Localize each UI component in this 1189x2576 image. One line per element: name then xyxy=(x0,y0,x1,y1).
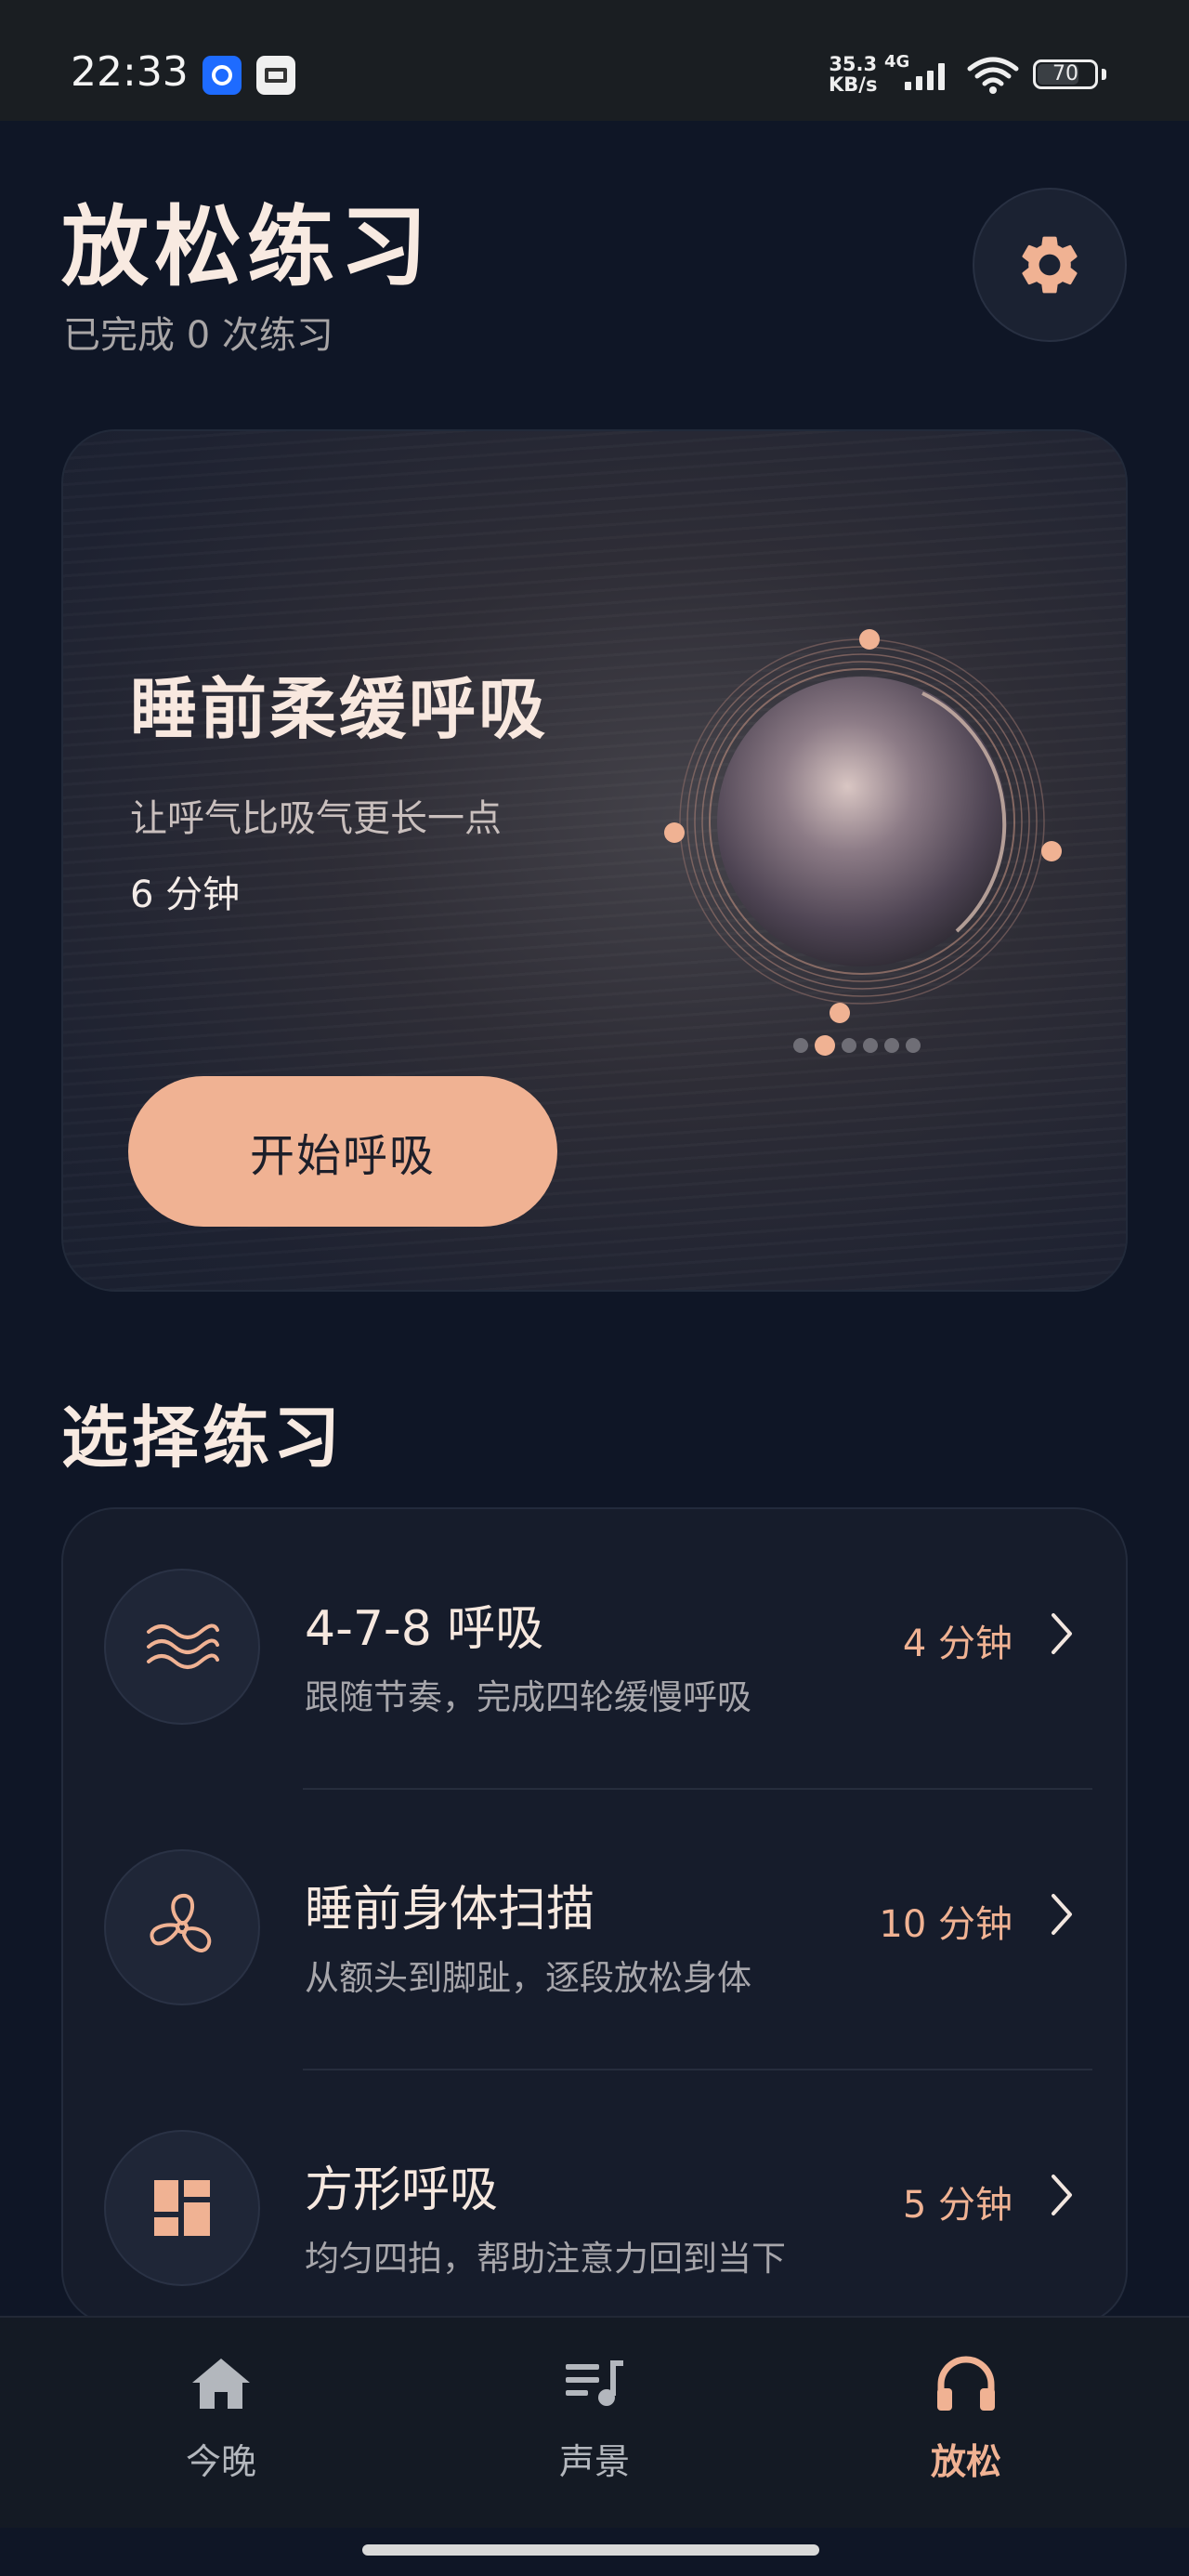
fan-icon xyxy=(104,1849,260,2005)
carousel-dot[interactable] xyxy=(906,1038,921,1053)
battery-tip xyxy=(1102,69,1106,80)
breathing-orb-icon xyxy=(664,629,1062,1023)
carousel-dot[interactable] xyxy=(793,1038,808,1053)
exercise-row-box-breathing[interactable]: 方形呼吸 均匀四拍，帮助注意力回到当下 5 分钟 xyxy=(63,2070,1126,2323)
playlist-icon xyxy=(566,2360,623,2406)
status-time: 22:33 xyxy=(71,48,189,96)
carousel-dot[interactable] xyxy=(863,1038,878,1053)
chat-app-icon xyxy=(203,56,242,95)
exercise-title: 睡前身体扫描 xyxy=(305,1882,595,1938)
signal-icon xyxy=(905,63,945,90)
page-title: 放松练习 xyxy=(61,197,434,298)
home-icon xyxy=(192,2359,250,2409)
featured-duration: 6 分钟 xyxy=(130,874,241,916)
exercise-list: 4-7-8 呼吸 跟随节奏，完成四轮缓慢呼吸 4 分钟 睡前身体扫描 从额头到脚… xyxy=(61,1507,1128,2325)
exercise-row-478[interactable]: 4-7-8 呼吸 跟随节奏，完成四轮缓慢呼吸 4 分钟 xyxy=(63,1509,1126,1790)
completed-count: 已完成 0 次练习 xyxy=(63,314,333,357)
exercise-subtitle: 均匀四拍，帮助注意力回到当下 xyxy=(305,2239,786,2279)
carousel-dot[interactable] xyxy=(884,1038,899,1053)
featured-title: 睡前柔缓呼吸 xyxy=(130,670,549,748)
battery-indicator: 70 xyxy=(1033,59,1098,89)
section-title: 选择练习 xyxy=(61,1399,345,1477)
nav-tab-tonight[interactable]: 今晚 xyxy=(128,2355,314,2484)
carousel-dot-active[interactable] xyxy=(815,1035,835,1056)
nav-tab-soundscape[interactable]: 声景 xyxy=(502,2355,687,2484)
start-breathing-button[interactable]: 开始呼吸 xyxy=(128,1076,557,1227)
settings-button[interactable] xyxy=(973,188,1127,342)
featured-description: 让呼气比吸气更长一点 xyxy=(130,797,502,840)
nav-label: 放松 xyxy=(930,2441,1001,2482)
exercise-subtitle: 从额头到脚趾，逐段放松身体 xyxy=(305,1958,751,1998)
carousel-indicator[interactable] xyxy=(793,1035,921,1056)
grid-icon xyxy=(104,2130,260,2286)
chevron-right-icon xyxy=(1052,1894,1072,1935)
nav-label: 今晚 xyxy=(185,2441,256,2482)
media-app-icon xyxy=(256,56,295,95)
waves-icon xyxy=(104,1569,260,1725)
chevron-right-icon xyxy=(1052,1613,1072,1654)
home-indicator[interactable] xyxy=(362,2544,819,2556)
exercise-duration: 10 分钟 xyxy=(879,1903,1013,1946)
exercise-duration: 4 分钟 xyxy=(902,1623,1013,1665)
status-bar: 22:33 35.3 KB/s 4G 70 xyxy=(0,0,1189,121)
exercise-title: 方形呼吸 xyxy=(305,2162,499,2218)
carousel-dot[interactable] xyxy=(842,1038,856,1053)
net-speed: 35.3 KB/s xyxy=(829,53,878,96)
exercise-duration: 5 分钟 xyxy=(902,2184,1013,2227)
gear-icon xyxy=(1022,236,1078,294)
nav-tab-relax[interactable]: 放松 xyxy=(873,2355,1059,2484)
nav-label: 声景 xyxy=(558,2441,630,2482)
wifi-icon xyxy=(967,57,1019,94)
exercise-row-body-scan[interactable]: 睡前身体扫描 从额头到脚趾，逐段放松身体 10 分钟 xyxy=(63,1790,1126,2070)
featured-exercise-card[interactable]: 睡前柔缓呼吸 让呼气比吸气更长一点 6 分钟 开始呼吸 xyxy=(61,429,1128,1292)
headphones-icon xyxy=(937,2356,995,2411)
chevron-right-icon xyxy=(1052,2175,1072,2215)
bottom-navigation: 今晚 声景 放松 xyxy=(0,2316,1189,2528)
exercise-title: 4-7-8 呼吸 xyxy=(305,1601,544,1657)
exercise-subtitle: 跟随节奏，完成四轮缓慢呼吸 xyxy=(305,1677,751,1717)
